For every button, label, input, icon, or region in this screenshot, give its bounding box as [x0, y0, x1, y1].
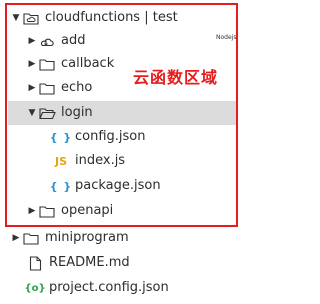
chevron-down-icon[interactable]: ▼: [26, 108, 38, 118]
json-file-icon: { }: [49, 130, 73, 144]
folder-icon: [38, 203, 56, 219]
chevron-right-icon[interactable]: ▶: [26, 59, 38, 69]
tree-item-cloudfunctions[interactable]: ▼ cloudfunctions | test: [10, 6, 178, 30]
tree-item-label: miniprogram: [45, 230, 129, 245]
tree-item-project-config-json[interactable]: {o} project.config.json: [24, 276, 169, 300]
tree-item-label: openapi: [61, 203, 114, 218]
tree-item-label: config.json: [75, 129, 146, 144]
chevron-right-icon[interactable]: ▶: [26, 83, 38, 93]
tree-item-package-json[interactable]: { } package.json: [49, 174, 161, 198]
file-explorer-tree: ▼ cloudfunctions | test ▶ add Nodejs ▶ c…: [0, 0, 243, 304]
folder-open-icon: [38, 105, 56, 121]
tree-item-label: login: [61, 105, 93, 120]
cloud-folder-icon: [22, 10, 40, 26]
chevron-right-icon[interactable]: ▶: [10, 233, 22, 243]
file-icon: [26, 255, 44, 271]
javascript-file-icon: JS: [54, 154, 67, 168]
chevron-right-icon[interactable]: ▶: [26, 36, 38, 46]
tree-item-add[interactable]: ▶ add: [26, 29, 86, 53]
folder-icon: [38, 56, 56, 72]
tree-item-index-js[interactable]: JS index.js: [52, 149, 125, 173]
tree-item-label: add: [61, 33, 86, 48]
tree-item-label: callback: [61, 56, 115, 71]
tree-item-label: cloudfunctions | test: [45, 10, 178, 25]
chevron-right-icon[interactable]: ▶: [26, 206, 38, 216]
folder-icon: [38, 80, 56, 96]
cloud-function-area-annotation: 云函数区域: [133, 68, 219, 87]
tree-item-label: index.js: [75, 153, 126, 168]
runtime-tag: Nodejs: [216, 34, 237, 41]
json-file-icon: { }: [49, 179, 73, 193]
tree-item-callback[interactable]: ▶ callback: [26, 52, 115, 76]
tree-item-miniprogram[interactable]: ▶ miniprogram: [10, 226, 129, 250]
tree-item-label: project.config.json: [49, 280, 169, 295]
tree-item-openapi[interactable]: ▶ openapi: [26, 199, 114, 223]
folder-icon: [22, 230, 40, 246]
tree-item-login[interactable]: ▼ login: [8, 101, 238, 125]
tree-item-label: package.json: [75, 178, 161, 193]
tree-item-label: README.md: [49, 255, 130, 270]
project-config-icon: {o}: [24, 282, 46, 294]
tree-item-readme[interactable]: README.md: [26, 251, 130, 275]
cloud-function-icon: [38, 33, 56, 49]
tree-item-label: echo: [61, 80, 93, 95]
chevron-down-icon[interactable]: ▼: [10, 13, 22, 23]
tree-item-config-json[interactable]: { } config.json: [49, 125, 146, 149]
tree-item-echo[interactable]: ▶ echo: [26, 76, 93, 100]
